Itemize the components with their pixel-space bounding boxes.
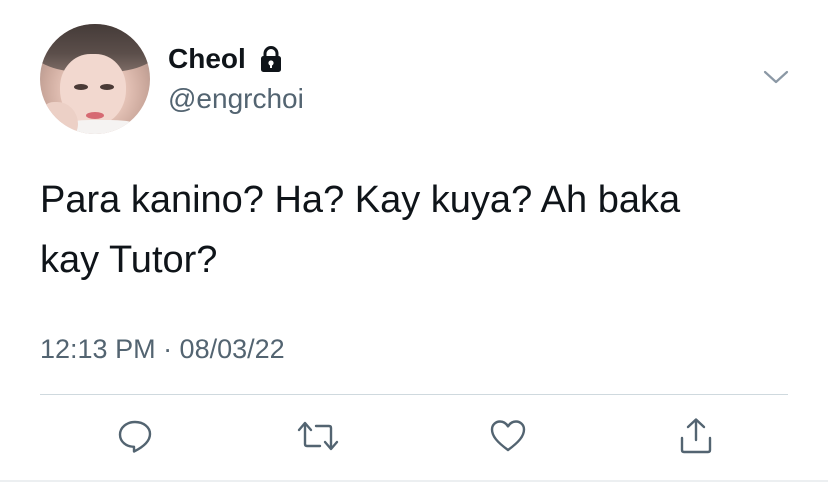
share-icon: [676, 416, 716, 456]
retweet-button[interactable]: [294, 412, 342, 460]
tweet-card: Cheol @engrchoi Para kanino? Ha? Kay kuy…: [0, 0, 828, 482]
avatar[interactable]: [40, 24, 150, 134]
retweet-icon: [296, 416, 340, 456]
share-button[interactable]: [672, 412, 720, 460]
display-name[interactable]: Cheol: [168, 42, 246, 76]
avatar-eye-right: [100, 84, 114, 90]
username-handle[interactable]: @engrchoi: [168, 82, 304, 116]
avatar-eye-left: [74, 84, 88, 90]
tweet-text-line-1: Para kanino? Ha? Kay kuya? Ah baka: [40, 179, 681, 221]
reply-button[interactable]: [111, 412, 159, 460]
author-name-row: Cheol: [168, 42, 286, 76]
heart-icon: [488, 416, 528, 456]
tweet-text: Para kanino? Ha? Kay kuya? Ah baka kay Tu…: [40, 170, 780, 290]
tweet-text-line-2: kay Tutor?: [40, 239, 218, 281]
like-button[interactable]: [484, 412, 532, 460]
divider: [40, 394, 788, 395]
speech-bubble-icon: [115, 416, 155, 456]
chevron-down-icon[interactable]: [762, 66, 790, 88]
tweet-timestamp[interactable]: 12:13 PM · 08/03/22: [40, 332, 285, 366]
action-bar: [0, 412, 828, 462]
lock-icon: [256, 44, 286, 74]
avatar-lips: [86, 112, 104, 119]
